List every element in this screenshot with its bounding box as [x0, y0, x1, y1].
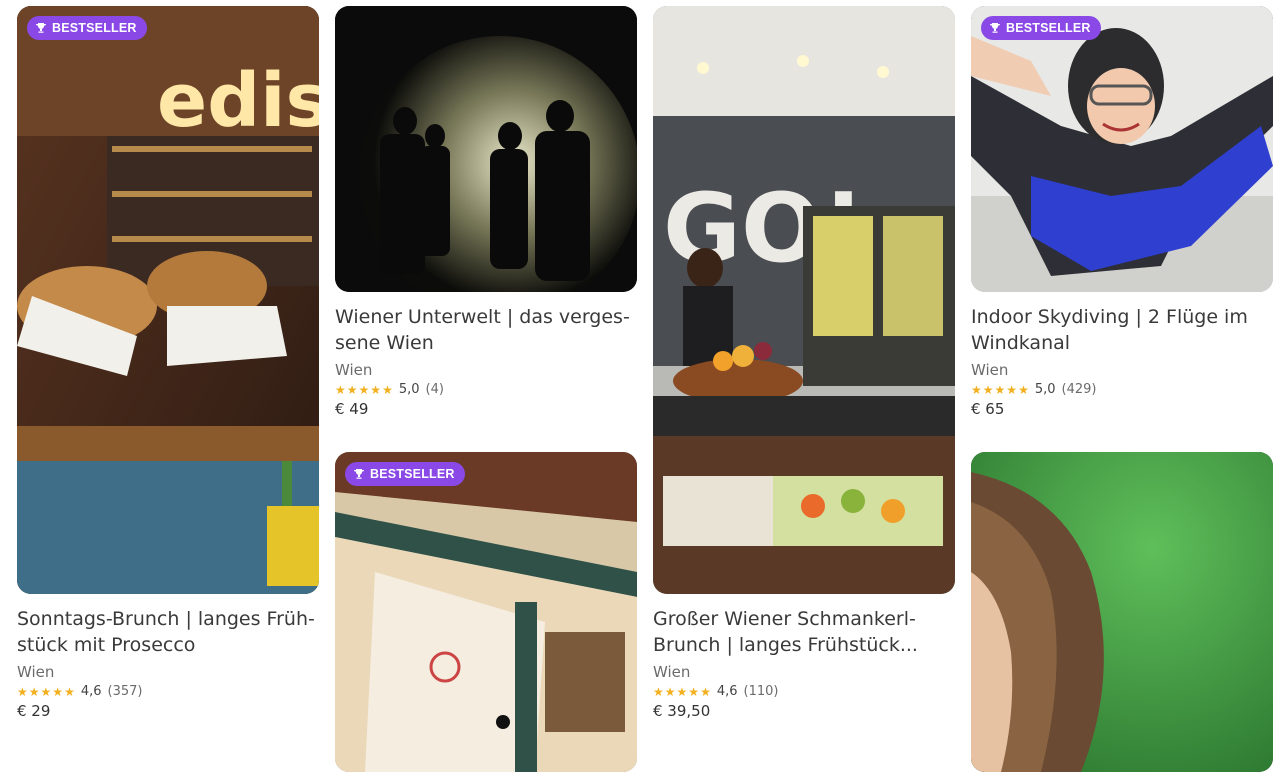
star-icon: ★	[52, 684, 64, 699]
product-card[interactable]: GO! Großer Wiener Schmankerl-Brunch | la…	[653, 6, 955, 720]
bestseller-badge: BESTSELLER	[345, 462, 465, 486]
review-count: (4)	[425, 382, 444, 397]
product-card[interactable]: Wiener Unterwelt | das verges-sene Wien …	[335, 6, 637, 418]
rating-value: 5,0	[398, 382, 420, 397]
card-rating: ★ ★ ★ ★ ★ 5,0 (429)	[971, 382, 1273, 397]
card-location: Wien	[17, 663, 55, 681]
product-card[interactable]: edison BESTSELLER Sonntags-Brunch | lang…	[17, 6, 319, 720]
card-rating: ★ ★ ★ ★ ★ 4,6 (110)	[653, 684, 955, 699]
card-image[interactable]: BESTSELLER	[335, 452, 637, 772]
rating-value: 5,0	[1034, 382, 1056, 397]
star-icon: ★	[971, 382, 982, 397]
star-icon: ★	[688, 684, 700, 699]
card-title[interactable]: Indoor Skydiving | 2 Flüge im Windkanal	[971, 304, 1273, 356]
tunnel-photo	[335, 6, 637, 292]
trophy-icon	[35, 23, 47, 33]
star-rating: ★ ★ ★ ★ ★	[17, 685, 75, 699]
bestseller-badge: BESTSELLER	[27, 16, 147, 40]
rating-value: 4,6	[716, 684, 738, 699]
star-rating: ★ ★ ★ ★ ★	[971, 383, 1029, 397]
skydiving-photo	[971, 6, 1273, 292]
card-location: Wien	[335, 361, 373, 379]
card-image[interactable]: GO!	[653, 6, 955, 594]
card-rating: ★ ★ ★ ★ ★ 4,6 (357)	[17, 684, 319, 699]
star-icon: ★	[358, 382, 370, 397]
svg-text:edison: edison	[157, 58, 319, 144]
card-title[interactable]: Sonntags-Brunch | langes Früh-stück mit …	[17, 606, 319, 658]
review-count: (429)	[1061, 382, 1097, 397]
brunch-bar-photo: edison	[17, 6, 319, 594]
star-half-icon: ★	[700, 684, 711, 699]
card-image[interactable]: BESTSELLER	[971, 6, 1273, 292]
star-icon: ★	[346, 382, 358, 397]
card-price: € 39,50	[653, 702, 711, 720]
card-price: € 49	[335, 400, 369, 418]
star-icon: ★	[982, 382, 994, 397]
star-icon: ★	[40, 684, 52, 699]
review-count: (357)	[107, 684, 143, 699]
star-icon: ★	[370, 382, 382, 397]
card-location: Wien	[971, 361, 1009, 379]
card-price: € 29	[17, 702, 51, 720]
star-icon: ★	[994, 382, 1006, 397]
star-icon: ★	[653, 684, 664, 699]
card-image[interactable]	[971, 452, 1273, 772]
star-icon: ★	[664, 684, 676, 699]
card-image[interactable]	[335, 6, 637, 292]
card-rating: ★ ★ ★ ★ ★ 5,0 (4)	[335, 382, 637, 397]
card-image[interactable]: edison BESTSELLER	[17, 6, 319, 594]
star-icon: ★	[1006, 382, 1018, 397]
star-icon: ★	[17, 684, 28, 699]
bestseller-badge: BESTSELLER	[981, 16, 1101, 40]
star-icon: ★	[676, 684, 688, 699]
card-title[interactable]: Wiener Unterwelt | das verges-sene Wien	[335, 304, 637, 356]
star-icon: ★	[382, 382, 393, 397]
star-icon: ★	[335, 382, 346, 397]
trophy-icon	[989, 23, 1001, 33]
product-card[interactable]: BESTSELLER	[335, 452, 637, 772]
hair-photo	[971, 452, 1273, 772]
street-window-photo	[335, 452, 637, 772]
buffet-photo: GO!	[653, 6, 955, 594]
star-rating: ★ ★ ★ ★ ★	[335, 383, 393, 397]
star-half-icon: ★	[64, 684, 75, 699]
card-title[interactable]: Großer Wiener Schmankerl-Brunch | langes…	[653, 606, 955, 658]
rating-value: 4,6	[80, 684, 102, 699]
product-card[interactable]: BESTSELLER Indoor Skydiving | 2 Flüge im…	[971, 6, 1273, 418]
trophy-icon	[353, 469, 365, 479]
star-rating: ★ ★ ★ ★ ★	[653, 685, 711, 699]
card-location: Wien	[653, 663, 691, 681]
review-count: (110)	[743, 684, 779, 699]
card-price: € 65	[971, 400, 1005, 418]
star-icon: ★	[1018, 382, 1029, 397]
product-card[interactable]	[971, 452, 1273, 772]
star-icon: ★	[28, 684, 40, 699]
